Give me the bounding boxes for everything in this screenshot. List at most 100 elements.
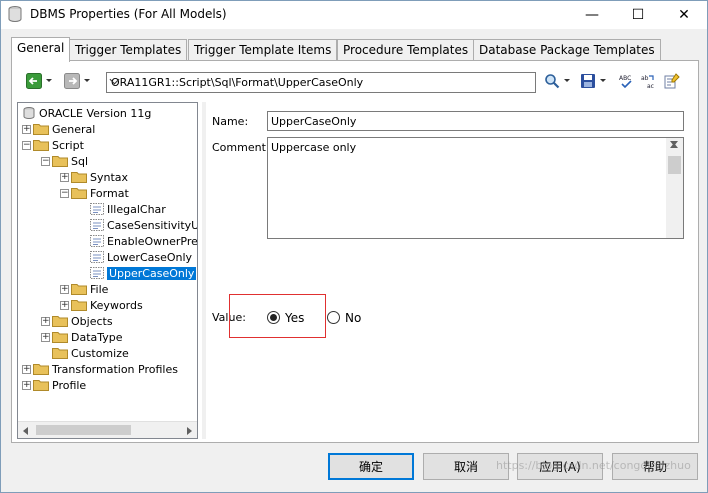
document-icon <box>90 235 104 247</box>
folder-icon <box>33 124 49 135</box>
document-icon <box>90 267 104 279</box>
svg-text:ac: ac <box>647 83 654 89</box>
save-icon[interactable] <box>580 73 596 89</box>
folder-icon <box>52 316 68 327</box>
path-combo-box[interactable]: ORA11GR1::Script\Sql\Format\UpperCaseOnl… <box>106 72 536 93</box>
forward-icon[interactable] <box>64 73 80 89</box>
name-field[interactable]: UpperCaseOnly <box>267 111 684 131</box>
tree-item[interactable]: EnableOwnerPre <box>90 233 197 249</box>
folder-icon <box>33 364 49 375</box>
minimize-button[interactable]: — <box>569 1 615 29</box>
maximize-button[interactable]: ☐ <box>615 1 661 29</box>
svg-text:ABC: ABC <box>619 75 631 82</box>
tree-item-label: General <box>52 122 96 136</box>
tree-item[interactable]: LowerCaseOnly <box>90 249 192 265</box>
tree-item[interactable]: + File <box>60 281 108 297</box>
tab-procedure-templates[interactable]: Procedure Templates <box>337 39 475 61</box>
collapse-icon[interactable]: − <box>60 188 69 198</box>
comment-field[interactable]: Uppercase only <box>267 137 684 239</box>
scroll-right-icon[interactable] <box>187 427 192 435</box>
tree-item[interactable]: IllegalChar <box>90 201 166 217</box>
back-dropdown-arrow[interactable] <box>46 79 52 82</box>
comment-field-value: Uppercase only <box>271 141 357 154</box>
tree-item[interactable]: + Keywords <box>60 297 143 313</box>
comment-label: Comment: <box>212 141 270 154</box>
tree-horizontal-scrollbar[interactable] <box>18 421 197 438</box>
spell-check-icon[interactable]: ABC <box>618 73 634 89</box>
find-icon[interactable] <box>544 73 560 89</box>
folder-icon <box>71 284 87 295</box>
tree-item-label: File <box>90 282 109 296</box>
back-icon[interactable] <box>26 73 42 89</box>
document-icon <box>90 203 104 215</box>
tree-item-label: LowerCaseOnly <box>107 250 193 264</box>
expand-icon[interactable]: + <box>60 172 69 182</box>
expand-icon[interactable]: + <box>22 124 31 134</box>
value-yes-radio[interactable] <box>267 311 280 324</box>
tree-item[interactable]: − Sql <box>41 153 88 169</box>
expand-icon[interactable]: + <box>60 284 69 294</box>
tree-item-label: Keywords <box>90 298 143 312</box>
collapse-icon[interactable]: − <box>22 140 31 150</box>
properties-icon[interactable] <box>664 73 680 89</box>
path-combo-value: ORA11GR1::Script\Sql\Format\UpperCaseOnl… <box>111 76 364 89</box>
collapse-icon[interactable]: − <box>41 156 50 166</box>
tree-item[interactable]: UpperCaseOnly <box>90 265 197 281</box>
pane-splitter[interactable] <box>202 102 206 439</box>
name-field-value: UpperCaseOnly <box>271 115 357 128</box>
tree-item[interactable]: CaseSensitivityUs <box>90 217 197 233</box>
folder-icon <box>33 380 49 391</box>
toolbar: ORA11GR1::Script\Sql\Format\UpperCaseOnl… <box>20 71 690 95</box>
tree-item[interactable]: + Syntax <box>60 169 128 185</box>
document-icon <box>90 251 104 263</box>
tab-trigger-template-items[interactable]: Trigger Template Items <box>188 39 338 61</box>
tree-item[interactable]: + Transformation Profiles <box>22 361 178 377</box>
svg-text:ab: ab <box>641 75 649 82</box>
tree-item[interactable]: − Format <box>60 185 129 201</box>
tree-item[interactable]: + Profile <box>22 377 86 393</box>
tab-general[interactable]: General <box>11 37 71 62</box>
scroll-thumb[interactable] <box>36 425 131 435</box>
tree-item[interactable]: + DataType <box>41 329 123 345</box>
tree-root[interactable]: ORACLE Version 11g <box>22 105 151 121</box>
expand-icon[interactable]: + <box>22 364 31 374</box>
tree-item-label: Objects <box>71 314 113 328</box>
expand-icon[interactable]: + <box>22 380 31 390</box>
forward-dropdown-arrow[interactable] <box>84 79 90 82</box>
tree-item-label: Customize <box>71 346 129 360</box>
title-bar[interactable]: DBMS Properties (For All Models) — ☐ ✕ <box>1 1 707 29</box>
tab-trigger-templates[interactable]: Trigger Templates <box>69 39 188 61</box>
tab-database-package-templates[interactable]: Database Package Templates <box>473 39 661 61</box>
expand-icon[interactable]: + <box>41 316 50 326</box>
folder-icon <box>52 156 68 167</box>
tree-item-label: Transformation Profiles <box>52 362 178 376</box>
tree-item-label: Syntax <box>90 170 129 184</box>
expand-icon[interactable]: + <box>41 332 50 342</box>
database-app-icon <box>8 6 22 22</box>
comment-vertical-scrollbar[interactable] <box>666 138 683 238</box>
document-icon <box>90 219 104 231</box>
value-yes-label[interactable]: Yes <box>285 311 304 325</box>
replace-icon[interactable]: ab ac <box>640 73 656 89</box>
tree-item-label: IllegalChar <box>107 202 166 216</box>
folder-icon <box>33 140 49 151</box>
tree-item[interactable]: + Objects <box>41 313 113 329</box>
tree-item[interactable]: + General <box>22 121 95 137</box>
folder-icon <box>52 348 68 359</box>
tree-item[interactable]: − Script <box>22 137 84 153</box>
save-dropdown-arrow[interactable] <box>600 79 606 82</box>
expand-icon[interactable]: + <box>60 300 69 310</box>
value-no-label[interactable]: No <box>345 311 361 325</box>
database-icon <box>23 107 35 119</box>
find-dropdown-arrow[interactable] <box>564 79 570 82</box>
tree-root-label: ORACLE Version 11g <box>39 106 152 120</box>
scroll-left-icon[interactable] <box>23 427 28 435</box>
tree-item[interactable]: Customize <box>52 345 129 361</box>
close-button[interactable]: ✕ <box>661 1 707 29</box>
ok-button[interactable]: 确定 <box>328 453 414 480</box>
value-no-radio[interactable] <box>327 311 340 324</box>
scroll-down-icon[interactable] <box>670 141 678 233</box>
dbms-tree-view[interactable]: ORACLE Version 11g + General − Script − Sql + S… <box>17 102 198 439</box>
tree-item-label-selected: UpperCaseOnly <box>107 266 197 280</box>
folder-icon <box>71 172 87 183</box>
